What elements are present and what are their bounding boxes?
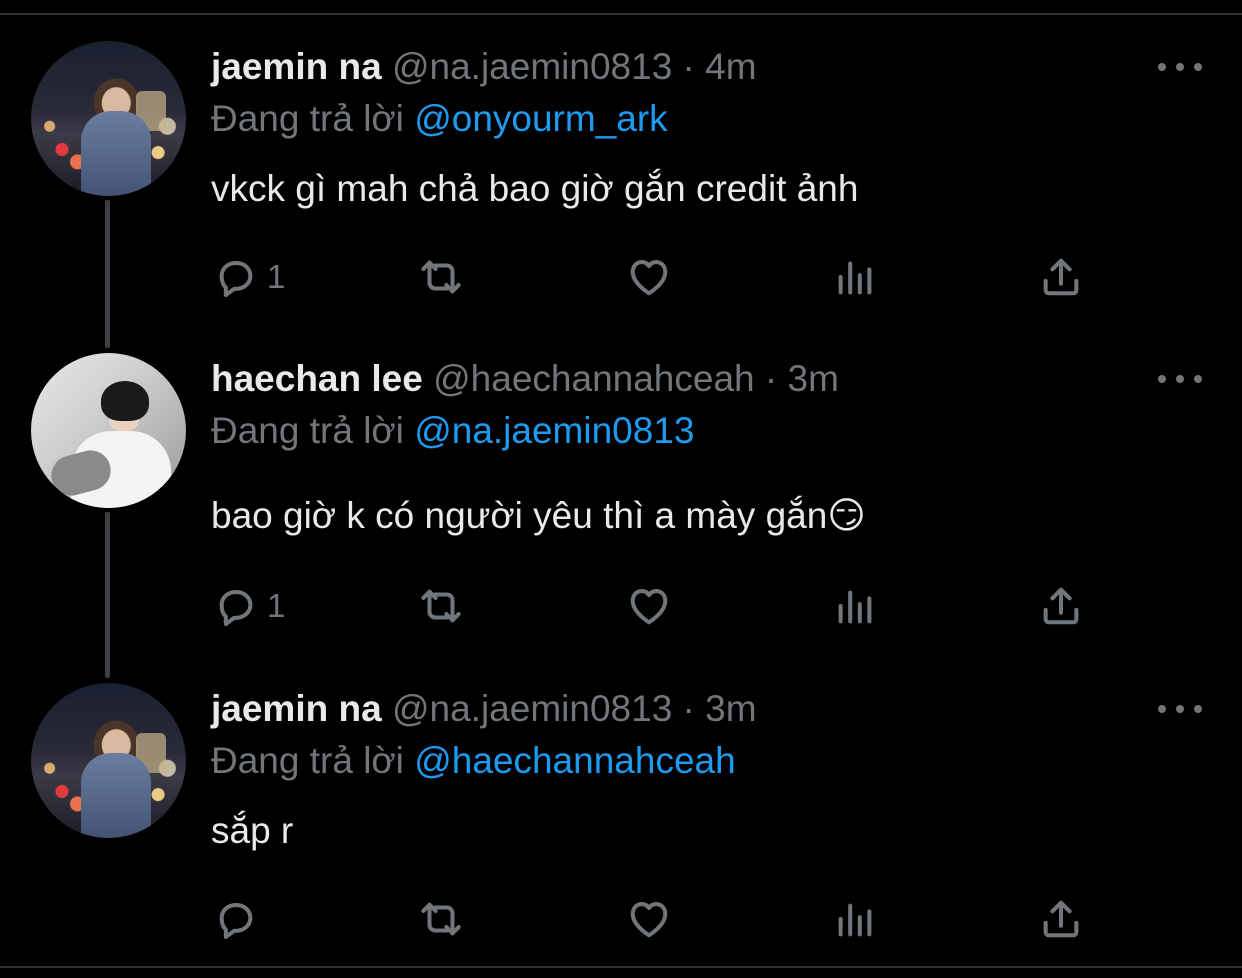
share-button[interactable] bbox=[1038, 582, 1084, 630]
more-icon[interactable] bbox=[1158, 369, 1202, 389]
avatar[interactable] bbox=[31, 41, 186, 196]
reply-icon bbox=[219, 902, 253, 940]
retweet-icon bbox=[421, 589, 461, 623]
share-icon bbox=[1043, 587, 1079, 625]
top-divider bbox=[0, 13, 1242, 15]
replying-to-link[interactable]: @haechannahceah bbox=[414, 740, 736, 781]
share-button[interactable] bbox=[1038, 895, 1084, 943]
bottom-divider bbox=[0, 966, 1242, 968]
retweet-icon bbox=[421, 260, 461, 294]
reply-count: 1 bbox=[267, 258, 286, 295]
replying-to-link[interactable]: @onyourm_ark bbox=[414, 98, 668, 139]
more-icon[interactable] bbox=[1158, 57, 1202, 77]
like-icon bbox=[630, 260, 668, 296]
tweet-text: bao giờ k có người yêu thì a mày gắn😏 bbox=[211, 495, 866, 536]
retweet-button[interactable] bbox=[418, 582, 464, 630]
display-name[interactable]: jaemin na bbox=[211, 688, 382, 729]
retweet-button[interactable] bbox=[418, 895, 464, 943]
replying-to-label: Đang trả lời bbox=[211, 410, 404, 451]
views-button[interactable] bbox=[832, 253, 878, 301]
like-icon bbox=[630, 902, 668, 938]
views-icon bbox=[838, 903, 872, 937]
replying-to-label: Đang trả lời bbox=[211, 98, 404, 139]
tweet-text: vkck gì mah chả bao giờ gắn credit ảnh bbox=[211, 168, 859, 209]
tweet-header: jaemin na @na.jaemin0813 · 3m bbox=[211, 687, 757, 731]
share-button[interactable] bbox=[1038, 253, 1084, 301]
handle-and-time[interactable]: @haechannahceah · 3m bbox=[433, 358, 839, 399]
views-icon bbox=[838, 261, 872, 295]
share-icon bbox=[1043, 258, 1079, 296]
tweet-header: jaemin na @na.jaemin0813 · 4m bbox=[211, 45, 757, 89]
like-button[interactable] bbox=[626, 895, 672, 943]
reply-button[interactable]: 1 bbox=[213, 253, 285, 301]
replying-to: Đang trả lời @haechannahceah bbox=[211, 739, 736, 783]
avatar[interactable] bbox=[31, 353, 186, 508]
like-button[interactable] bbox=[626, 253, 672, 301]
retweet-button[interactable] bbox=[418, 253, 464, 301]
avatar-image bbox=[81, 111, 151, 196]
thread-view: jaemin na @na.jaemin0813 · 4m Đang trả l… bbox=[0, 0, 1242, 978]
reply-button[interactable] bbox=[213, 895, 267, 943]
display-name[interactable]: jaemin na bbox=[211, 46, 382, 87]
thread-line bbox=[105, 200, 110, 348]
more-icon[interactable] bbox=[1158, 699, 1202, 719]
replying-to-label: Đang trả lời bbox=[211, 740, 404, 781]
handle-and-time[interactable]: @na.jaemin0813 · 4m bbox=[392, 46, 757, 87]
views-button[interactable] bbox=[832, 582, 878, 630]
share-icon bbox=[1043, 900, 1079, 938]
reply-icon bbox=[219, 260, 253, 298]
like-icon bbox=[630, 589, 668, 625]
reply-button[interactable]: 1 bbox=[213, 582, 285, 630]
views-button[interactable] bbox=[832, 895, 878, 943]
avatar[interactable] bbox=[31, 683, 186, 838]
replying-to: Đang trả lời @na.jaemin0813 bbox=[211, 409, 695, 453]
thread-line bbox=[105, 512, 110, 678]
tweet-text: sắp r bbox=[211, 810, 294, 851]
avatar-image bbox=[81, 753, 151, 838]
avatar-image bbox=[101, 381, 149, 421]
views-icon bbox=[838, 590, 872, 624]
reply-icon bbox=[219, 589, 253, 627]
tweet-header: haechan lee @haechannahceah · 3m bbox=[211, 357, 839, 401]
retweet-icon bbox=[421, 902, 461, 936]
handle-and-time[interactable]: @na.jaemin0813 · 3m bbox=[392, 688, 757, 729]
like-button[interactable] bbox=[626, 582, 672, 630]
replying-to-link[interactable]: @na.jaemin0813 bbox=[414, 410, 694, 451]
reply-count: 1 bbox=[267, 587, 286, 624]
display-name[interactable]: haechan lee bbox=[211, 358, 423, 399]
replying-to: Đang trả lời @onyourm_ark bbox=[211, 97, 668, 141]
